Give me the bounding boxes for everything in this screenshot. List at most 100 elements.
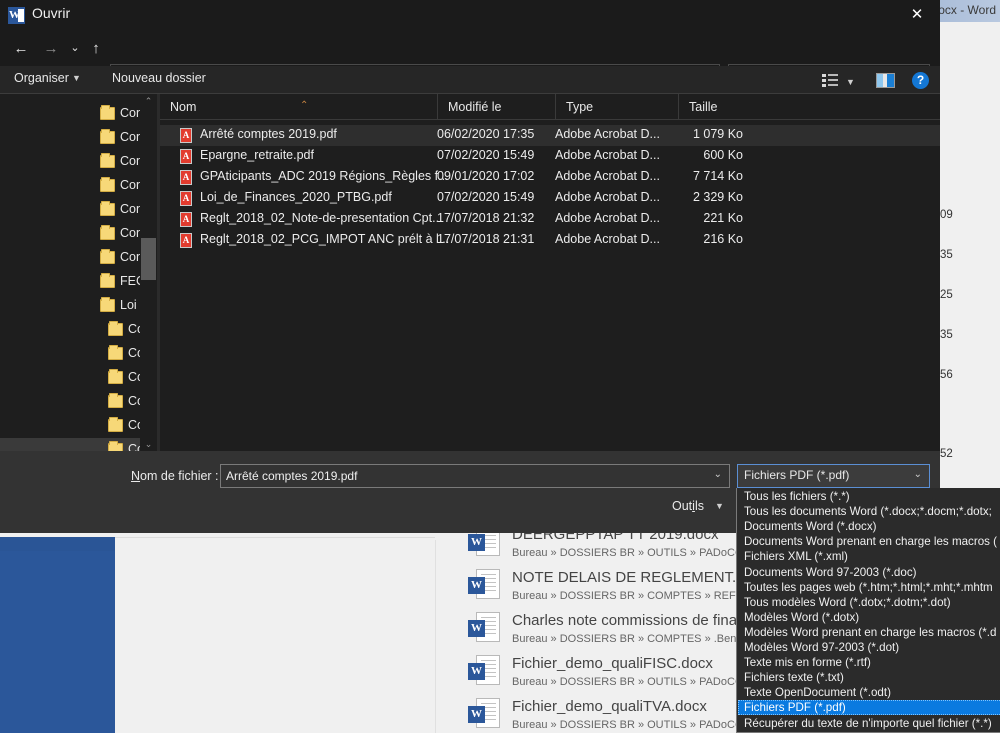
tree-item[interactable]: Con	[0, 246, 143, 270]
sort-ascending-icon: ⌃	[300, 100, 309, 111]
filetype-dropdown-list[interactable]: Tous les fichiers (*.*) Tous les document…	[736, 488, 1000, 733]
table-row[interactable]: A Epargne_retraite.pdf 07/02/2020 15:49 Ado…	[160, 146, 940, 167]
up-button[interactable]: ↑	[85, 38, 107, 60]
recent-file-name: NOTE DELAIS DE REGLEMENT.docx	[512, 569, 768, 586]
word-badge: W	[468, 620, 485, 637]
filename-input[interactable]	[226, 465, 704, 487]
tree-item[interactable]: Con	[0, 174, 143, 198]
folder-icon	[100, 129, 115, 144]
dropdown-option[interactable]: Texte OpenDocument (*.odt)	[738, 685, 1000, 700]
column-header[interactable]: Type	[555, 94, 678, 120]
scroll-down-icon[interactable]: ⌄	[140, 437, 157, 451]
recent-file-path: Bureau » DOSSIERS BR » OUTILS » PADoCC_	[512, 547, 749, 559]
tree-item[interactable]: Con	[0, 198, 143, 222]
dropdown-option[interactable]: Modèles Word (*.dotx)	[738, 610, 1000, 625]
dropdown-option[interactable]: Modèles Word 97-2003 (*.dot)	[738, 640, 1000, 655]
help-icon[interactable]: ?	[912, 72, 929, 89]
tree-item[interactable]: Co	[0, 414, 144, 438]
folder-icon	[100, 177, 115, 192]
chevron-down-icon[interactable]: ⌄	[714, 469, 722, 480]
recent-file-path: Bureau » DOSSIERS BR » COMPTES » .Benoi	[512, 633, 745, 645]
file-size: 7 714 Ko	[692, 169, 743, 183]
word-doc-icon: W	[468, 655, 502, 687]
tree-item[interactable]: Con	[0, 222, 143, 246]
table-row[interactable]: A Reglt_2018_02_PCG_IMPOT ANC prélt à l..…	[160, 230, 940, 251]
folder-icon	[100, 273, 115, 288]
recent-file-path: Bureau » DOSSIERS BR » OUTILS » PADoCC_	[512, 719, 749, 731]
folder-icon	[108, 369, 123, 384]
folder-icon	[100, 249, 115, 264]
dropdown-option[interactable]: Modèles Word prenant en charge les macro…	[738, 625, 1000, 640]
folder-icon	[100, 297, 115, 312]
forward-button[interactable]: →	[40, 38, 62, 60]
recent-file-path: Bureau » DOSSIERS BR » OUTILS » PADoCC_	[512, 676, 749, 688]
dropdown-option[interactable]: Documents Word prenant en charge les mac…	[738, 534, 1000, 549]
tree-item[interactable]: Con	[0, 150, 143, 174]
dropdown-option[interactable]: Documents Word 97-2003 (*.doc)	[738, 565, 1000, 580]
dropdown-option[interactable]: Fichiers texte (*.txt)	[738, 670, 1000, 685]
table-row[interactable]: A Arrêté comptes 2019.pdf 06/02/2020 17:35…	[160, 125, 940, 146]
folder-icon	[108, 417, 123, 432]
dropdown-option[interactable]: Toutes les pages web (*.htm;*.html;*.mht…	[738, 580, 1000, 595]
dropdown-option[interactable]: Tous les documents Word (*.docx;*.docm;*…	[738, 504, 1000, 519]
dropdown-option[interactable]: Fichiers XML (*.xml)	[738, 549, 1000, 564]
close-icon[interactable]: ✕	[894, 0, 940, 30]
file-modified-date: 07/02/2020 15:49	[437, 190, 535, 204]
tree-scrollbar-thumb[interactable]	[141, 238, 156, 280]
tree-item[interactable]: Co	[0, 342, 144, 366]
dialog-title-bar: W Ouvrir ✕	[0, 0, 940, 30]
tree-item[interactable]: Co	[0, 318, 144, 342]
dropdown-option[interactable]: Tous les fichiers (*.*)	[738, 489, 1000, 504]
chevron-down-icon[interactable]: ▼	[72, 73, 81, 83]
dropdown-option[interactable]: Récupérer du texte de n'importe quel fic…	[738, 716, 1000, 731]
table-row[interactable]: A GPAticipants_ADC 2019 Régions_Règles f.…	[160, 167, 940, 188]
tree-item[interactable]: FEC	[0, 270, 145, 294]
preview-pane-icon[interactable]	[876, 73, 895, 88]
recent-locations-icon[interactable]: ⌄	[64, 38, 86, 60]
pdf-icon: A	[180, 170, 192, 185]
filename-combobox[interactable]: ⌄	[220, 464, 730, 488]
dropdown-option[interactable]: Documents Word (*.docx)	[738, 519, 1000, 534]
filename-label: Nom de fichier :	[131, 469, 219, 483]
dropdown-option[interactable]: Fichiers PDF (*.pdf)	[738, 700, 1000, 716]
table-row[interactable]: A Loi_de_Finances_2020_PTBG.pdf 07/02/2020…	[160, 188, 940, 209]
chevron-down-icon[interactable]: ▼	[846, 77, 855, 87]
word-left-rail-top	[0, 537, 115, 551]
new-folder-button[interactable]: Nouveau dossier	[112, 71, 206, 85]
column-header[interactable]: Taille	[678, 94, 798, 120]
organiser-button[interactable]: Organiser	[14, 71, 69, 85]
filetype-combobox[interactable]: Fichiers PDF (*.pdf) ⌄	[737, 464, 930, 488]
back-button[interactable]: ←	[10, 38, 32, 60]
word-doc-icon: W	[468, 698, 502, 730]
view-icon-lines	[828, 74, 838, 89]
chevron-down-icon[interactable]: ▼	[715, 501, 724, 511]
chevron-down-icon[interactable]: ⌄	[914, 469, 922, 480]
dropdown-option[interactable]: Tous modèles Word (*.dotx;*.dotm;*.dot)	[738, 595, 1000, 610]
word-icon: W	[8, 7, 25, 24]
recent-file-name: Fichier_demo_qualiFISC.docx	[512, 655, 713, 672]
navigation-bar: ← → ⌄ ↑ «COMPTES ANNUELS›Loi de Finances…	[0, 30, 940, 90]
list-view-icon[interactable]	[822, 74, 838, 87]
dialog-toolbar: Organiser ▼ Nouveau dossier ▼ ?	[0, 66, 940, 94]
dropdown-option[interactable]: Texte mis en forme (*.rtf)	[738, 655, 1000, 670]
filetype-selected-value: Fichiers PDF (*.pdf)	[744, 468, 850, 482]
tree-item[interactable]: Loi d	[0, 294, 147, 318]
column-header[interactable]: Nom ⌃	[160, 94, 437, 120]
column-headers: Nom ⌃ Modifié le Type Taille	[160, 94, 940, 120]
tree-scrollbar[interactable]: ⌃ ⌄	[140, 94, 157, 451]
tree-item[interactable]: Co	[0, 390, 144, 414]
column-header[interactable]: Modifié le	[437, 94, 555, 120]
word-left-rail	[0, 537, 115, 733]
file-size: 221 Ko	[703, 211, 743, 225]
tree-item[interactable]: Co	[0, 438, 144, 451]
open-file-dialog: W Ouvrir ✕ ← → ⌄ ↑ «COMPTES ANNUELS›Loi …	[0, 0, 940, 533]
tree-item[interactable]: Con	[0, 102, 143, 126]
file-name: Arrêté comptes 2019.pdf	[200, 127, 337, 141]
scroll-up-icon[interactable]: ⌃	[140, 94, 157, 108]
recent-file-path: Bureau » DOSSIERS BR » COMPTES » REFER	[512, 590, 752, 602]
table-row[interactable]: A Reglt_2018_02_Note-de-presentation Cpt.…	[160, 209, 940, 230]
file-modified-date: 17/07/2018 21:32	[437, 211, 535, 225]
tree-item[interactable]: Con	[0, 126, 143, 150]
tools-button[interactable]: Outils	[672, 499, 704, 513]
tree-item[interactable]: Co	[0, 366, 144, 390]
